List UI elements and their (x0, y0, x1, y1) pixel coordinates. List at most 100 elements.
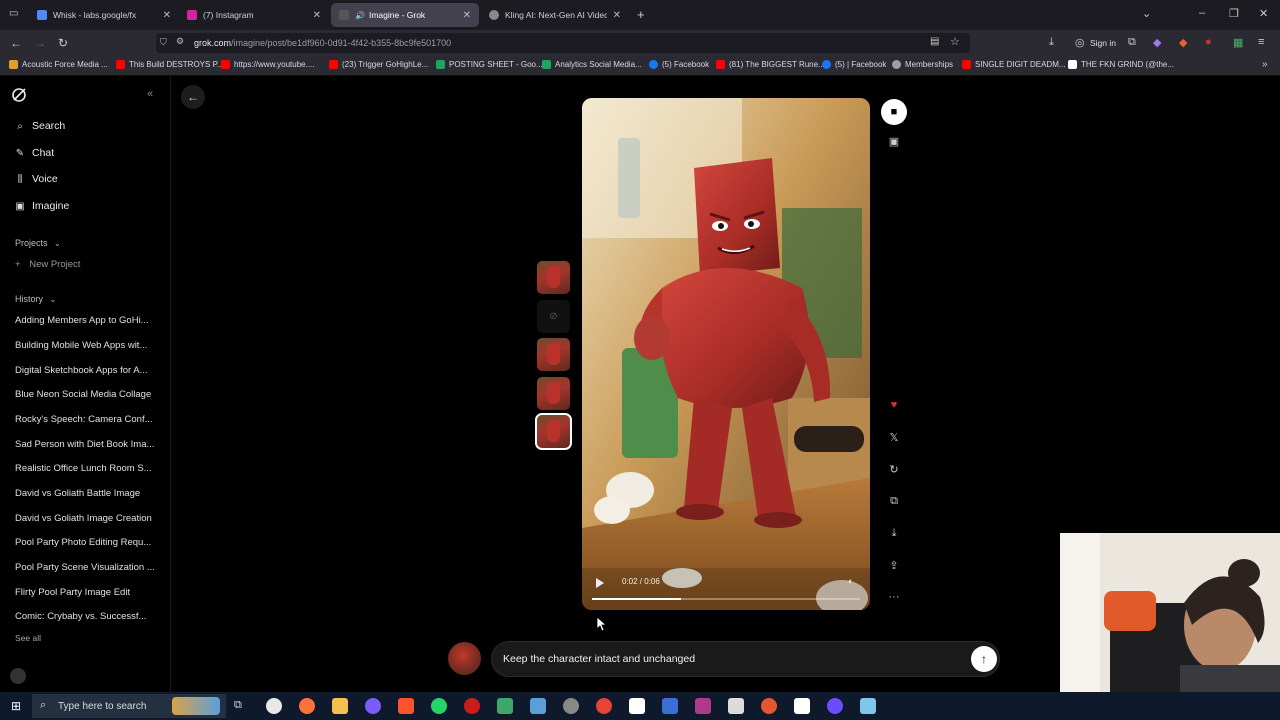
tab-list-icon[interactable]: ▭ (9, 8, 18, 19)
history-item[interactable]: Adding Members App to GoHi... (15, 315, 155, 326)
back-button[interactable]: ← (181, 85, 205, 109)
calculator-icon[interactable] (530, 698, 546, 714)
bookmark-item[interactable]: THE FKN GRIND (@the... (1068, 60, 1174, 69)
extension-green-icon[interactable]: ▦ (1233, 36, 1243, 49)
sign-in-link[interactable]: Sign in (1090, 38, 1116, 48)
taskbar-app-icon[interactable] (662, 698, 678, 714)
firefox-icon[interactable] (299, 698, 315, 714)
tab-whisk[interactable]: Whisk - labs.google/fx ✕ (29, 3, 179, 27)
prompt-input[interactable]: Keep the character intact and unchanged (491, 641, 1000, 677)
history-header[interactable]: History ⌄ (15, 294, 56, 304)
variation-thumbnail[interactable] (537, 377, 570, 410)
tab-kling[interactable]: Kling AI: Next-Gen AI Video & AI ✕ (481, 3, 629, 27)
sidebar-item-chat[interactable]: ✎ Chat (14, 147, 54, 159)
collapse-sidebar-icon[interactable]: « (147, 88, 153, 100)
tab-overflow-icon[interactable]: ⌄ (1142, 7, 1151, 20)
variation-thumbnail[interactable] (537, 338, 570, 371)
new-tab-icon[interactable]: + (637, 7, 645, 22)
menu-icon[interactable]: ≡ (1258, 36, 1264, 48)
close-icon[interactable]: ✕ (313, 10, 321, 21)
taskbar-app-icon[interactable] (563, 698, 579, 714)
tab-grok[interactable]: 🔊 Imagine - Grok ✕ (331, 3, 479, 27)
image-mode-button[interactable]: ▣ (881, 128, 907, 154)
bookmark-item[interactable]: Acoustic Force Media ... (9, 60, 108, 69)
opera-icon[interactable] (464, 698, 480, 714)
bookmark-star-icon[interactable]: ☆ (950, 35, 960, 48)
taskbar-app-icon[interactable] (629, 698, 645, 714)
bookmark-item[interactable]: (81) The BIGGEST Rune... (716, 60, 825, 69)
projects-header[interactable]: Projects ⌄ (15, 238, 61, 248)
tab-instagram[interactable]: (7) Instagram ✕ (179, 3, 329, 27)
variation-thumbnail-selected[interactable] (535, 413, 572, 450)
video-mode-button[interactable]: ■ (881, 99, 907, 125)
back-icon[interactable]: ← (10, 36, 22, 50)
send-button[interactable]: ↑ (971, 646, 997, 672)
see-all-link[interactable]: See all (15, 633, 155, 643)
sidebar-item-voice[interactable]: ⫼ Voice (14, 173, 58, 185)
bookmark-item[interactable]: This Build DESTROYS P... (116, 60, 224, 69)
taskbar-app-icon[interactable] (794, 698, 810, 714)
extension-red-icon[interactable]: ● (1205, 36, 1212, 48)
taskbar-app-icon[interactable] (728, 698, 744, 714)
remix-button[interactable]: ⧉ (881, 488, 907, 514)
maximize-icon[interactable]: ❐ (1229, 7, 1239, 20)
close-icon[interactable]: ✕ (463, 10, 471, 21)
new-project-button[interactable]: + New Project (15, 259, 80, 270)
variation-thumbnail[interactable]: ⊘ (537, 300, 570, 333)
history-item[interactable]: Digital Sketchbook Apps for A... (15, 365, 155, 376)
regenerate-button[interactable]: ↻ (881, 456, 907, 482)
variation-thumbnail[interactable] (537, 261, 570, 294)
history-item[interactable]: Blue Neon Social Media Collage (15, 389, 155, 400)
bookmark-item[interactable]: POSTING SHEET - Goo... (436, 60, 543, 69)
sidebar-item-search[interactable]: ⌕ Search (14, 120, 65, 132)
winrar-icon[interactable] (695, 698, 711, 714)
download-icon[interactable]: ⤓ (1049, 36, 1054, 49)
like-button[interactable]: ♥ (881, 392, 907, 418)
history-item[interactable]: Pool Party Photo Editing Requ... (15, 537, 155, 548)
download-button[interactable]: ⤓ (881, 520, 907, 546)
task-view-icon[interactable]: ⧉ (234, 699, 242, 712)
forward-icon[interactable]: → (34, 36, 46, 50)
history-item[interactable]: Pool Party Scene Visualization ... (15, 562, 155, 573)
taskbar-search[interactable]: ⌕ Type here to search (32, 694, 226, 718)
grok-logo-icon[interactable] (11, 87, 27, 103)
close-window-icon[interactable]: ✕ (1259, 7, 1268, 20)
bookmark-item[interactable]: Analytics Social Media... (542, 60, 642, 69)
taskbar-app-icon[interactable] (365, 698, 381, 714)
reader-view-icon[interactable]: ▤ (930, 36, 939, 47)
taskbar-app-icon[interactable] (827, 698, 843, 714)
share-button[interactable]: ⇪ (881, 552, 907, 578)
taskbar-app-icon[interactable] (497, 698, 513, 714)
bookmark-item[interactable]: (23) Trigger GoHighLe... (329, 60, 428, 69)
extensions-icon[interactable]: ⧉ (1128, 36, 1136, 49)
bookmark-item[interactable]: SINGLE DIGIT DEADM... (962, 60, 1066, 69)
shield-icon[interactable]: ⛉ (160, 37, 167, 48)
account-icon[interactable]: ◎ (1075, 36, 1085, 49)
bookmark-item[interactable]: Memberships (892, 60, 953, 69)
more-button[interactable]: ··· (881, 584, 907, 610)
close-icon[interactable]: ✕ (613, 10, 621, 21)
taskbar-app-icon[interactable] (761, 698, 777, 714)
whatsapp-icon[interactable] (431, 698, 447, 714)
bookmark-item[interactable]: https://www.youtube.... (221, 60, 314, 69)
minimize-icon[interactable]: – (1199, 7, 1205, 19)
history-item[interactable]: Comic: Crybaby vs. Successf... (15, 611, 155, 622)
bookmark-item[interactable]: (5) Facebook (649, 60, 709, 69)
volume-icon[interactable]: ◐ (848, 576, 853, 586)
source-image-avatar[interactable] (448, 642, 481, 675)
history-item[interactable]: Realistic Office Lunch Room S... (15, 463, 155, 474)
chrome-icon[interactable] (596, 698, 612, 714)
extension-fox-icon[interactable]: ◆ (1179, 36, 1187, 49)
history-item[interactable]: Building Mobile Web Apps wit... (15, 340, 155, 351)
brave-icon[interactable] (398, 698, 414, 714)
extension-purple-icon[interactable]: ◆ (1153, 36, 1161, 49)
user-avatar[interactable] (10, 668, 26, 684)
history-item[interactable]: Rocky's Speech: Camera Conf... (15, 414, 155, 425)
history-item[interactable]: David vs Goliath Battle Image (15, 488, 155, 499)
sidebar-item-imagine[interactable]: ▣ Imagine (14, 200, 69, 212)
bookmark-item[interactable]: (5) | Facebook (822, 60, 886, 69)
audio-icon[interactable]: 🔊 (355, 11, 365, 20)
file-explorer-icon[interactable] (332, 698, 348, 714)
taskbar-app-icon[interactable] (860, 698, 876, 714)
history-item[interactable]: David vs Goliath Image Creation (15, 513, 155, 524)
